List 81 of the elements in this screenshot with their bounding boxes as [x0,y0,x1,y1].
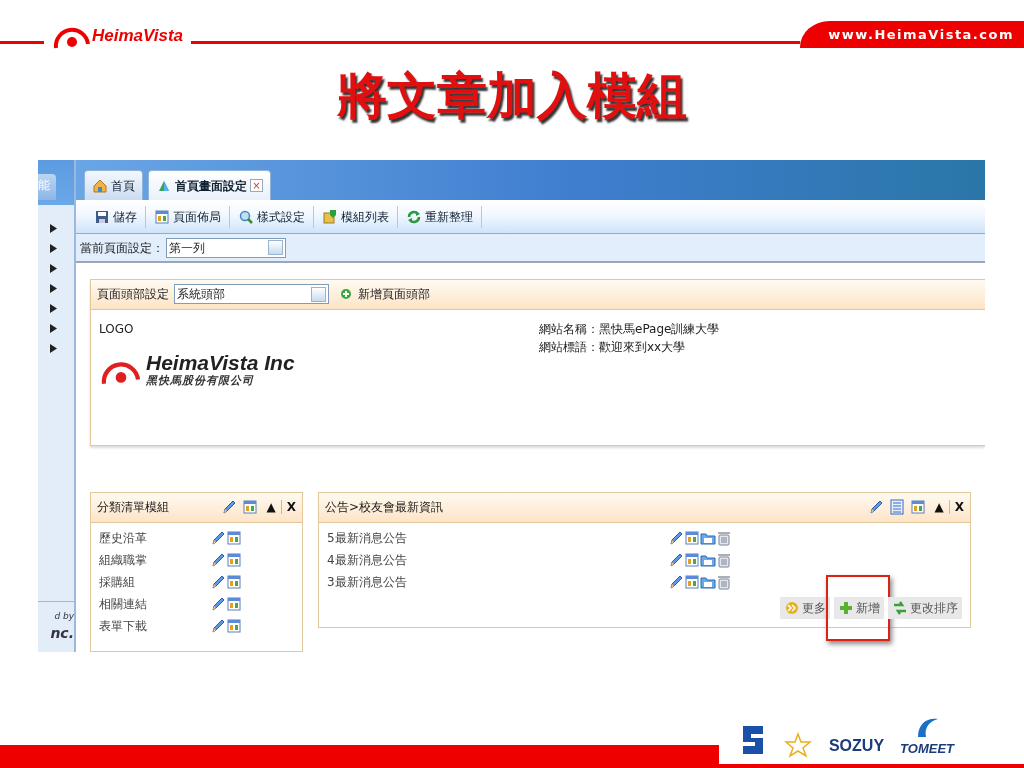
company-name: HeimaVista Inc [146,352,295,373]
page-select[interactable]: 第一列 [166,237,286,258]
module-item[interactable]: 相關連結 [99,595,147,613]
folder-icon[interactable] [700,552,716,568]
website-url: www.HeimaVista.com [800,20,1024,48]
layout-icon[interactable] [684,552,700,568]
module-button[interactable]: 更改排序 [888,597,962,619]
home-icon [92,177,108,194]
module-button[interactable]: 更多 [780,597,830,619]
pencil-icon[interactable] [668,574,684,590]
expand-arrow-icon[interactable] [50,324,57,333]
module-list-icon [322,208,338,225]
layout-icon [154,208,170,225]
module-item[interactable]: 3最新消息公告 [327,573,407,591]
module-item[interactable]: 表單下載 [99,617,147,635]
layout-icon[interactable] [226,530,242,546]
logo-label: LOGO [99,321,135,338]
site-info-text: 網站標語：歡迎來到xx大學 [539,339,687,356]
tab[interactable]: 首頁畫面設定 × [148,170,271,201]
pencil-icon[interactable] [210,574,226,590]
powered-by-text: nc. [49,624,74,643]
layout-icon[interactable] [226,552,242,568]
brand-name: HeimaVista [92,25,184,48]
magnifier-icon [238,208,254,225]
module-item[interactable]: 組織職掌 [99,551,147,569]
toolbar-button[interactable]: 模組列表 [314,205,398,228]
layout-icon[interactable] [226,618,242,634]
pencil-icon[interactable] [210,618,226,634]
toolbar-button[interactable]: 樣式設定 [230,205,314,228]
close-button[interactable]: X [286,498,296,517]
module-title: 公告>校友會最新資訊 [325,499,444,517]
expand-arrow-icon[interactable] [50,224,57,233]
layout-icon[interactable] [226,596,242,612]
layout-icon[interactable] [226,574,242,590]
toolbar-button[interactable]: 頁面佈局 [146,205,230,228]
close-button[interactable]: × [250,179,263,193]
layout-icon[interactable] [909,499,926,516]
module-item[interactable]: 4最新消息公告 [327,551,407,569]
toolbar-button[interactable]: 儲存 [86,205,146,228]
pencil-icon[interactable] [210,530,226,546]
star-icon [782,732,813,758]
expand-arrow-icon[interactable] [50,284,57,293]
close-button[interactable]: X [954,498,964,517]
expand-arrow-icon[interactable] [50,264,57,273]
move-up-button[interactable]: ▲ [934,498,944,517]
plus-icon [838,600,854,616]
site-info-text: 網站名稱：黑快馬ePage訓練大學 [539,321,720,338]
layout-icon[interactable] [241,499,258,516]
module-title: 分類清單模組 [97,499,169,517]
folder-icon[interactable] [700,530,716,546]
slide-title: 將文章加入模組 [336,66,688,127]
field-label: 當前頁面設定： [80,239,164,257]
pencil-icon[interactable] [867,499,884,516]
field-label: 頁面頭部設定 [97,286,169,304]
double-chevron-icon [784,600,800,616]
folder-icon[interactable] [700,574,716,590]
module-item[interactable]: 5最新消息公告 [327,529,407,547]
tomeet-logo-text: TOMEET [900,739,954,758]
pencil-icon[interactable] [210,552,226,568]
module-item[interactable]: 採購組 [99,573,135,591]
toolbar-button[interactable]: 重新整理 [398,205,482,228]
move-up-button[interactable]: ▲ [266,498,276,517]
add-header-link[interactable]: 新增頁面頭部 [338,285,430,304]
sort-icon [892,600,908,616]
company-subtitle: 黑快馬股份有限公司 [146,373,255,389]
module-item[interactable]: 歷史沿革 [99,529,147,547]
pencil-icon[interactable] [668,552,684,568]
layout-icon[interactable] [684,530,700,546]
header-select[interactable]: 系統頭部 [174,284,329,305]
expand-arrow-icon[interactable] [50,244,57,253]
pencil-icon[interactable] [210,596,226,612]
pencil-icon[interactable] [668,530,684,546]
layout-icon[interactable] [684,574,700,590]
powered-by-text: d by [53,609,74,623]
expand-arrow-icon[interactable] [50,344,57,353]
module-button[interactable]: 新增 [834,597,884,619]
tab[interactable]: 首頁 [84,170,143,201]
expand-arrow-icon[interactable] [50,304,57,313]
refresh-icon [406,208,422,225]
sozuy-logo-text: SOZUY [828,736,885,756]
pencil-icon[interactable] [220,499,237,516]
